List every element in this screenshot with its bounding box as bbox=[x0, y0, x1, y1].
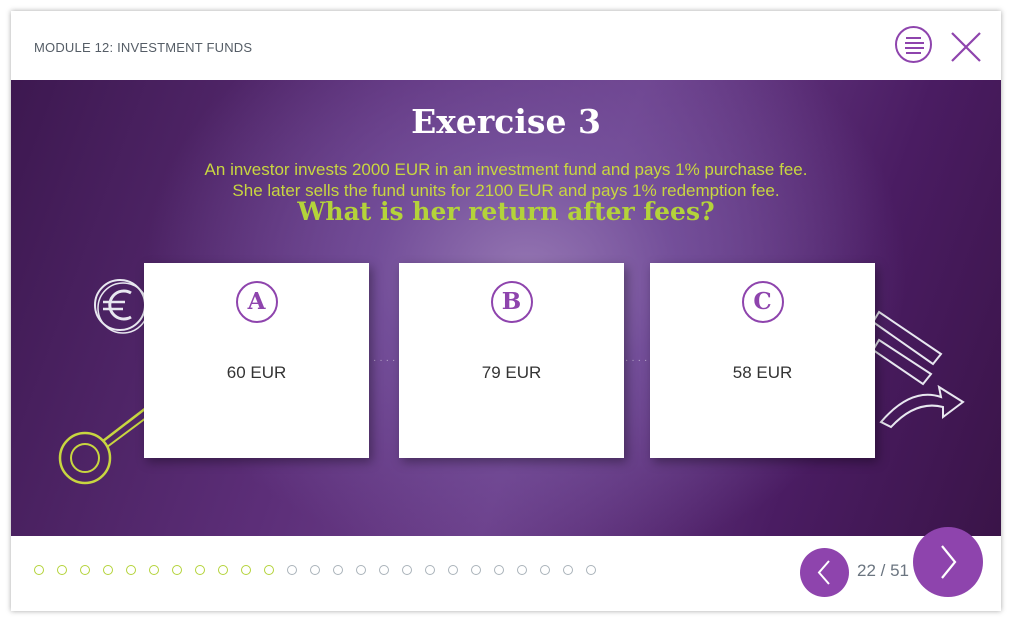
progress-dot bbox=[471, 565, 481, 575]
course-player: MODULE 12: INVESTMENT FUNDS Exercise 3 A… bbox=[11, 11, 1001, 611]
menu-line bbox=[905, 47, 924, 49]
progress-dot bbox=[264, 565, 274, 575]
progress-dot bbox=[218, 565, 228, 575]
growth-arrows-icon bbox=[871, 310, 965, 429]
option-value: 58 EUR bbox=[732, 363, 793, 382]
progress-dot bbox=[425, 565, 435, 575]
progress-dot bbox=[172, 565, 182, 575]
key-icon bbox=[58, 404, 151, 485]
footer-bar: 22 / 51 bbox=[11, 527, 1001, 611]
progress-dot bbox=[34, 565, 44, 575]
progress-dot bbox=[57, 565, 67, 575]
menu-button[interactable] bbox=[895, 26, 932, 63]
header-bar: MODULE 12: INVESTMENT FUNDS bbox=[11, 11, 1001, 80]
close-button[interactable] bbox=[949, 30, 983, 64]
option-letter-badge: B bbox=[490, 281, 533, 323]
progress-dot bbox=[310, 565, 320, 575]
answer-option-b[interactable]: B 79 EUR bbox=[399, 263, 624, 458]
progress-dot bbox=[149, 565, 159, 575]
menu-lines-icon bbox=[906, 37, 921, 39]
next-button[interactable] bbox=[913, 527, 983, 597]
close-icon bbox=[951, 32, 981, 62]
progress-dot bbox=[494, 565, 504, 575]
progress-dot bbox=[195, 565, 205, 575]
previous-button[interactable] bbox=[800, 548, 849, 597]
progress-dot bbox=[103, 565, 113, 575]
question-text: An investor invests 2000 EUR in an inves… bbox=[11, 159, 1001, 201]
answer-option-c[interactable]: C 58 EUR bbox=[650, 263, 875, 458]
option-value: 79 EUR bbox=[481, 363, 542, 382]
option-letter-badge: C bbox=[741, 281, 784, 323]
exercise-title: Exercise 3 bbox=[411, 102, 601, 141]
progress-dot bbox=[333, 565, 343, 575]
progress-dot bbox=[402, 565, 412, 575]
answer-option-a[interactable]: A 60 EUR bbox=[144, 263, 369, 458]
chevron-left-icon bbox=[817, 560, 830, 585]
chevron-right-icon bbox=[941, 545, 957, 579]
exercise-stage: Exercise 3 An investor invests 2000 EUR … bbox=[11, 80, 1001, 536]
option-value: 60 EUR bbox=[226, 363, 287, 382]
page-counter: 22 / 51 bbox=[857, 561, 909, 580]
menu-line bbox=[906, 52, 921, 54]
option-letter-badge: A bbox=[235, 281, 278, 323]
progress-dot bbox=[517, 565, 527, 575]
question-line-1: An investor invests 2000 EUR in an inves… bbox=[204, 160, 808, 179]
progress-dot bbox=[379, 565, 389, 575]
progress-dot bbox=[563, 565, 573, 575]
progress-dot bbox=[448, 565, 458, 575]
progress-dots bbox=[34, 565, 609, 579]
progress-dot bbox=[586, 565, 596, 575]
menu-line bbox=[905, 42, 924, 44]
progress-dot bbox=[241, 565, 251, 575]
module-title: MODULE 12: INVESTMENT FUNDS bbox=[34, 40, 253, 55]
progress-dot bbox=[126, 565, 136, 575]
progress-dot bbox=[80, 565, 90, 575]
progress-dot bbox=[287, 565, 297, 575]
progress-dot bbox=[356, 565, 366, 575]
progress-dot bbox=[540, 565, 550, 575]
question-heading: What is her return after fees? bbox=[297, 197, 715, 226]
